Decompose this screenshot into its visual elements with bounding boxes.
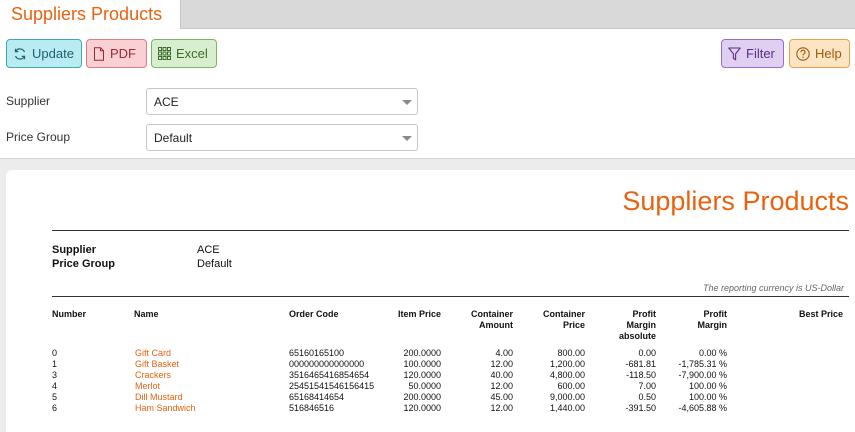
filter-icon [728,46,741,60]
column-header-container-amount: Container Amount [470,309,513,330]
table-row: 6 Ham Sandwich 516846516 120.0000 12.00 … [6,403,855,414]
pdf-button-label: PDF [110,46,136,61]
price-group-label: Price Group [6,130,71,144]
report-price-group-value: Default [197,258,232,270]
cell-order-code: 25451541546156415 [289,381,375,391]
cell-container-amount: 12.00 [490,403,513,413]
update-button-label: Update [32,46,74,61]
cell-item-price: 100.0000 [403,359,441,369]
product-link[interactable]: Merlot [135,381,160,392]
table-row: 0 Gift Card 65160165100 200.0000 4.00 80… [6,348,855,359]
column-header-item-price: Item Price [397,309,441,319]
toolbar-panel: Update PDF Excel Filter Help Supplier AC… [0,29,855,159]
cell-profit-margin: 0.00 % [698,348,727,358]
cell-container-price: 1,440.00 [549,403,585,413]
column-header-order-code: Order Code [289,309,339,319]
cell-profit-margin-absolute: 0.00 [638,348,656,358]
cell-profit-margin: -4,605.88 % [678,403,727,413]
cell-number: 3 [52,370,58,380]
report-panel: Suppliers Products Supplier ACE Price Gr… [6,170,855,432]
price-group-select[interactable]: Default [146,124,418,151]
price-group-select-value: Default [154,131,193,145]
cell-container-price: 9,000.00 [549,392,585,402]
cell-number: 0 [52,348,58,358]
column-header-number: Number [52,309,87,319]
report-title: Suppliers Products [622,186,849,216]
excel-button-label: Excel [176,46,208,61]
document-icon [94,46,104,61]
cell-item-price: 120.0000 [403,403,441,413]
cell-profit-margin: 100.00 % [688,392,727,402]
column-header-name: Name [134,309,159,319]
cell-profit-margin: -7,900.00 % [678,370,727,380]
cell-order-code: 516846516 [289,403,335,413]
pdf-button[interactable]: PDF [86,39,147,68]
product-link[interactable]: Gift Basket [135,359,179,370]
product-link[interactable]: Gift Card [135,348,171,359]
help-button-label: Help [815,46,842,61]
cell-container-amount: 12.00 [490,381,513,391]
cell-container-amount: 12.00 [490,359,513,369]
filter-button-label: Filter [746,46,775,61]
grid-icon [158,47,171,60]
cell-order-code: 000000000000000 [289,359,365,369]
cell-number: 6 [52,403,58,413]
chevron-down-icon [402,136,412,141]
table-row: 1 Gift Basket 000000000000000 100.0000 1… [6,359,855,370]
cell-number: 4 [52,381,58,391]
cell-order-code: 65168414654 [289,392,345,402]
tab-suppliers-products[interactable]: Suppliers Products [0,0,181,30]
cell-profit-margin-absolute: 7.00 [638,381,656,391]
excel-button[interactable]: Excel [151,39,217,68]
cell-container-price: 800.00 [557,348,585,358]
column-header-best-price: Best Price [798,309,843,319]
cell-container-price: 4,800.00 [549,370,585,380]
cell-number: 5 [52,392,58,402]
cell-container-amount: 45.00 [490,392,513,402]
question-circle-icon [796,46,810,61]
cell-profit-margin: 100.00 % [688,381,727,391]
product-link[interactable]: Crackers [135,370,171,381]
cell-profit-margin-absolute: -391.50 [625,403,656,413]
table-divider [52,296,849,297]
cell-number: 1 [52,359,58,369]
tab-strip: Suppliers Products [0,0,855,30]
table-row: 4 Merlot 25451541546156415 50.0000 12.00… [6,381,855,392]
cell-profit-margin-absolute: -681.81 [625,359,656,369]
column-header-profit-margin-absolute: Profit Margin absolute [618,309,656,341]
report-price-group-label: Price Group [52,258,115,270]
cell-order-code: 65160165100 [289,348,345,358]
report-supplier-label: Supplier [52,244,97,256]
table-row: 3 Crackers 3516465416854654 120.0000 40.… [6,370,855,381]
currency-note: The reporting currency is US-Dollar [702,283,844,293]
table-row: 5 Dill Mustard 65168414654 200.0000 45.0… [6,392,855,403]
chevron-down-icon [402,100,412,105]
tab-title: Suppliers Products [11,4,163,24]
filter-button[interactable]: Filter [721,39,784,68]
supplier-select[interactable]: ACE [146,88,418,115]
report-divider [52,230,849,231]
product-link[interactable]: Ham Sandwich [135,403,196,414]
cell-container-amount: 4.00 [495,348,513,358]
cell-profit-margin: -1,785.31 % [678,359,727,369]
supplier-select-value: ACE [154,95,179,109]
cell-container-price: 1,200.00 [549,359,585,369]
cell-container-amount: 40.00 [490,370,513,380]
column-header-container-price: Container Price [542,309,585,330]
cell-order-code: 3516465416854654 [289,370,370,380]
report-supplier-value: ACE [197,244,220,256]
cell-profit-margin-absolute: 0.50 [638,392,656,402]
column-header-profit-margin: Profit Margin [697,309,727,330]
cell-item-price: 200.0000 [403,348,441,358]
product-link[interactable]: Dill Mustard [135,392,183,403]
cell-item-price: 200.0000 [403,392,441,402]
cell-profit-margin-absolute: -118.50 [626,370,656,380]
cell-item-price: 50.0000 [408,381,441,391]
refresh-icon [14,47,26,60]
supplier-label: Supplier [6,94,51,108]
update-button[interactable]: Update [6,39,82,68]
cell-item-price: 120.0000 [403,370,441,380]
cell-container-price: 600.00 [557,381,585,391]
help-button[interactable]: Help [789,39,850,68]
